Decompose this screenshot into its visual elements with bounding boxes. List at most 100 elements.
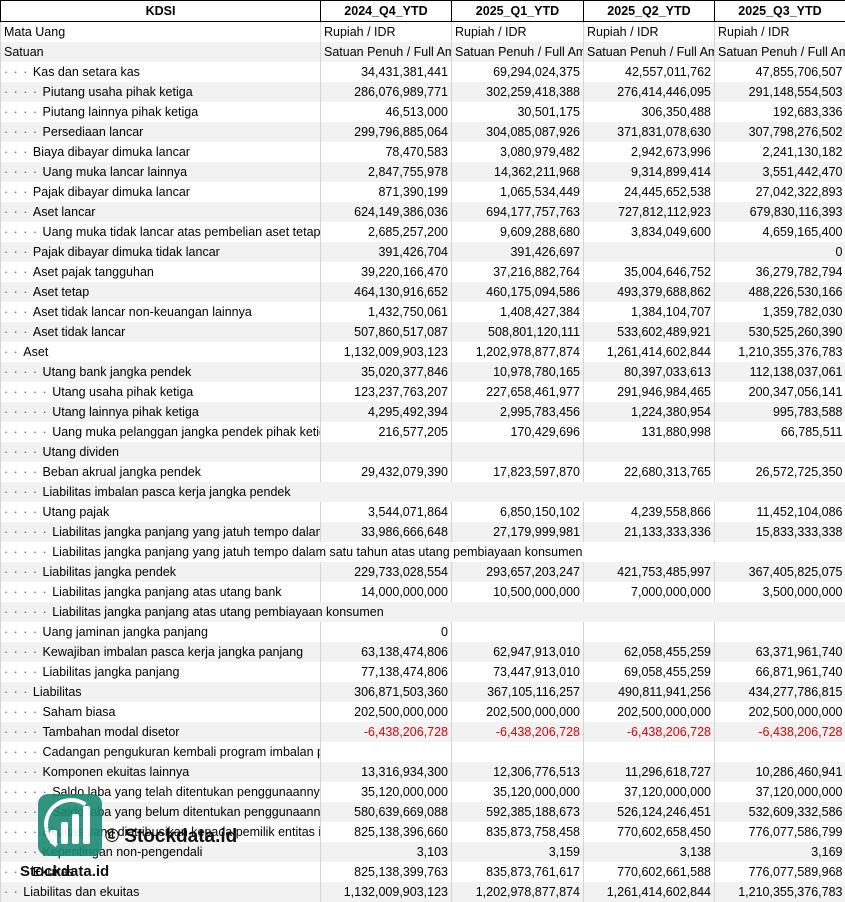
cell-value: 4,239,558,866 [584,502,715,522]
cell-value: 1,261,414,602,844 [584,342,715,362]
indent-dots: · · · · · [4,405,52,419]
row-label: · · · Biaya dibayar dimuka lancar [1,142,321,162]
row-label: · · · Kas dan setara kas [1,62,321,82]
indent-dots: · · · [4,205,33,219]
indent-dots: · · · · · [4,525,52,539]
cell-value: 1,202,978,877,874 [452,342,584,362]
row-label: Satuan [1,42,321,62]
cell-value: 776,077,586,799 [715,822,845,842]
cell-value: 21,133,333,336 [584,522,715,542]
cell-value: 202,500,000,000 [584,702,715,722]
cell-value [584,622,715,642]
indent-dots: · · · · [4,105,43,119]
cell-value: 871,390,199 [321,182,452,202]
cell-value: 10,500,000,000 [452,582,584,602]
table-row: · · Aset1,132,009,903,1231,202,978,877,8… [1,342,845,362]
table-row: · · · · Ekuitas yang diatribusikan kepad… [1,822,845,842]
row-label: · · · · · Liabilitas jangka panjang yang… [1,542,845,562]
indent-dots: · · · [4,685,33,699]
table-row: · · · · · Uang muka pelanggan jangka pen… [1,422,845,442]
cell-value: 306,350,488 [584,102,715,122]
cell-value: 9,314,899,414 [584,162,715,182]
cell-value: 367,105,116,257 [452,682,584,702]
cell-value [452,622,584,642]
indent-dots: · · · · [4,725,43,739]
cell-value: 4,659,165,400 [715,222,845,242]
cell-value [715,742,845,762]
row-label: · · · · Komponen ekuitas lainnya [1,762,321,782]
row-label: · · Liabilitas dan ekuitas [1,882,321,902]
indent-dots: · · · · [4,665,43,679]
row-label-text: Piutang usaha pihak ketiga [43,85,193,99]
table-row: · · · · Persediaan lancar299,796,885,064… [1,122,845,142]
table-row: · · · Aset lancar624,149,386,036694,177,… [1,202,845,222]
cell-value: 488,226,530,166 [715,282,845,302]
row-label: · · · · Utang dividen [1,442,321,462]
cell-value: 533,602,489,921 [584,322,715,342]
cell-value: 37,120,000,000 [584,782,715,802]
indent-dots: · · · · [4,165,43,179]
cell-value: 460,175,094,586 [452,282,584,302]
cell-value: 694,177,757,763 [452,202,584,222]
table-row: · · · · Kewajiban imbalan pasca kerja ja… [1,642,845,662]
cell-value: 3,138 [584,842,715,862]
cell-value: 1,210,355,376,783 [715,342,845,362]
row-label: · · · · Piutang usaha pihak ketiga [1,82,321,102]
row-label: · · · · · Liabilitas jangka panjang yang… [1,522,321,542]
table-row: · · · · · Utang usaha pihak ketiga123,23… [1,382,845,402]
header-row: KDSI 2024_Q4_YTD 2025_Q1_YTD 2025_Q2_YTD… [1,1,845,22]
table-row: Mata UangRupiah / IDRRupiah / IDRRupiah … [1,22,845,43]
row-label: · · · · Beban akrual jangka pendek [1,462,321,482]
header-period: 2025_Q2_YTD [584,1,715,22]
cell-value: 39,220,166,470 [321,262,452,282]
cell-value: 33,986,666,648 [321,522,452,542]
table-row: · · · · · Liabilitas jangka panjang atas… [1,602,845,622]
row-label-text: Aset tidak lancar non-keuangan lainnya [33,305,252,319]
cell-value: 508,801,120,111 [452,322,584,342]
cell-value: 30,501,175 [452,102,584,122]
row-label-text: Mata Uang [4,25,65,39]
cell-value [715,622,845,642]
cell-value: 434,277,786,815 [715,682,845,702]
row-label-text: Piutang lainnya pihak ketiga [43,105,199,119]
cell-value: 624,149,386,036 [321,202,452,222]
row-label-text: Liabilitas dan ekuitas [23,885,139,899]
indent-dots: · · · · [4,705,43,719]
row-label: · · · · Utang pajak [1,502,321,522]
row-label: · · · · · Utang lainnya pihak ketiga [1,402,321,422]
indent-dots: · · · · [4,505,43,519]
header-period: 2025_Q3_YTD [715,1,845,22]
cell-value: 825,138,396,660 [321,822,452,842]
cell-value: 391,426,704 [321,242,452,262]
row-label: · · · · · Liabilitas jangka panjang atas… [1,582,321,602]
cell-value: Rupiah / IDR [452,22,584,43]
row-label-text: Satuan [4,45,44,59]
header-period: 2025_Q1_YTD [452,1,584,22]
cell-value: 0 [321,622,452,642]
cell-value: 37,216,882,764 [452,262,584,282]
financial-table: KDSI 2024_Q4_YTD 2025_Q1_YTD 2025_Q2_YTD… [0,0,845,902]
cell-value: 776,077,589,968 [715,862,845,882]
cell-value: 24,445,652,538 [584,182,715,202]
row-label-text: Utang usaha pihak ketiga [52,385,193,399]
table-row: · · · Kas dan setara kas34,431,381,44169… [1,62,845,82]
cell-value: 77,138,474,806 [321,662,452,682]
row-label: · · · · Tambahan modal disetor [1,722,321,742]
row-label: · · · · Kewajiban imbalan pasca kerja ja… [1,642,321,662]
cell-value: 770,602,658,450 [584,822,715,842]
cell-value: 371,831,078,630 [584,122,715,142]
indent-dots: · · [4,885,23,899]
row-label: · · · · · Saldo laba yang belum ditentuk… [1,802,321,822]
cell-value: -6,438,206,728 [584,722,715,742]
cell-value: 1,210,355,376,783 [715,882,845,902]
cell-value: Satuan Penuh / Full Amount [321,42,452,62]
row-label-text: Komponen ekuitas lainnya [43,765,190,779]
cell-value: 202,500,000,000 [321,702,452,722]
cell-value: Satuan Penuh / Full Amount [452,42,584,62]
indent-dots: · · · [4,865,33,879]
row-label: Mata Uang [1,22,321,43]
indent-dots: · · · · [4,365,43,379]
cell-value: 1,202,978,877,874 [452,882,584,902]
row-label-text: Utang dividen [43,445,119,459]
cell-value: 2,995,783,456 [452,402,584,422]
